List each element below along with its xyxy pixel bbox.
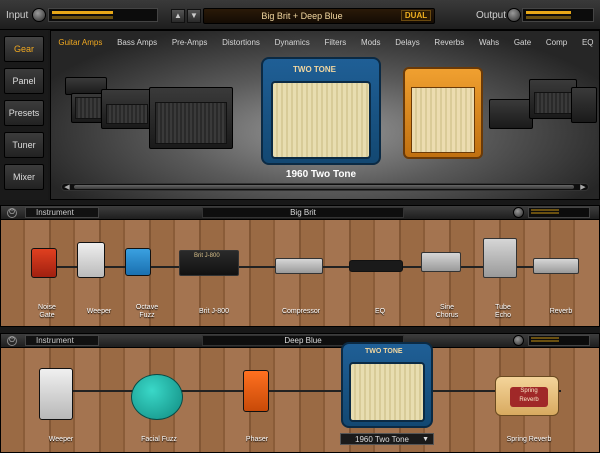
tab-eq[interactable]: EQ [582,38,594,47]
chain-2-cable [41,390,561,392]
app-window: Input ▲ ▼ Big Brit + Deep Blue DUAL Outp… [0,0,600,453]
device-label-phaser: Phaser [245,436,269,443]
amp-model-value: 1960 Two Tone [355,435,409,444]
weeper-pedal[interactable] [77,242,105,278]
nav-presets[interactable]: Presets [4,100,44,126]
gear-scrollbar[interactable]: ◀ ▶ [61,183,589,191]
nav-panel[interactable]: Panel [4,68,44,94]
chain-1-name[interactable]: Big Brit [202,207,404,218]
scroll-right-arrow[interactable]: ▶ [578,184,588,192]
nav-gear[interactable]: Gear [4,36,44,62]
input-knob[interactable] [32,8,46,22]
category-tabs: Guitar Amps Bass Amps Pre-Amps Distortio… [51,33,600,51]
brit-j800-amp[interactable]: Brit J-800 [179,250,239,276]
amp-thumb-stack-3[interactable] [571,87,597,123]
scroll-thumb[interactable] [74,185,574,189]
two-tone-amp-2[interactable]: TWO TONE [341,342,433,428]
amp-thumb-stack-2[interactable] [529,79,577,119]
tab-reverbs[interactable]: Reverbs [434,38,464,47]
device-label-eq: EQ [374,308,386,315]
noise-gate-pedal[interactable] [31,248,57,278]
phaser-pedal[interactable] [243,370,269,412]
input-meter [48,8,158,22]
amp-thumb-combo-1[interactable] [149,87,233,149]
reverb-unit[interactable] [533,258,579,274]
weeper-pedal-2[interactable] [39,368,73,420]
tab-dynamics[interactable]: Dynamics [275,38,310,47]
device-label-weeper-2: Weeper [48,436,74,443]
amp-logo: TWO TONE [293,65,336,74]
signal-chain-1: ⏻ Instrument Big Brit Brit J-800 Noise Ga… [0,205,600,327]
chain-1-power-button[interactable]: ⏻ [7,208,17,218]
chevron-down-icon: ▼ [422,436,429,443]
nav-mixer[interactable]: Mixer [4,164,44,190]
scroll-left-arrow[interactable]: ◀ [62,184,72,192]
output-meter [522,8,594,22]
device-label-facial-fuzz: Facial Fuzz [141,436,177,443]
spring-reverb-logo: Spring Reverb [510,387,548,407]
chain-2-meter [528,335,590,346]
sine-chorus-unit[interactable] [421,252,461,272]
preset-name: Big Brit + Deep Blue [261,11,343,21]
amp-2-logo: TWO TONE [365,348,403,355]
octave-fuzz-pedal[interactable] [125,248,151,276]
preset-up-button[interactable]: ▲ [171,9,185,23]
tab-delays[interactable]: Delays [395,38,419,47]
chain-2-header: ⏻ Instrument Deep Blue [1,334,599,348]
dual-mode-badge[interactable]: DUAL [401,10,431,21]
device-label-tube-echo: Tube Echo [495,304,511,319]
amp-thumb-head-3[interactable] [489,99,533,129]
tube-echo-unit[interactable] [483,238,517,278]
tab-comp[interactable]: Comp [546,38,567,47]
amp-thumb-head-2[interactable] [101,89,153,129]
tab-pre-amps[interactable]: Pre-Amps [172,38,208,47]
preset-down-button[interactable]: ▼ [187,9,201,23]
amp-selected-two-tone[interactable]: TWO TONE [261,57,381,165]
brit-j800-badge: Brit J-800 [194,253,220,259]
amp-model-dropdown[interactable]: 1960 Two Tone ▼ [340,433,434,445]
chain-2-power-button[interactable]: ⏻ [7,336,17,346]
device-label-weeper: Weeper [86,308,112,315]
chain-1-input-select[interactable]: Instrument [25,207,99,218]
main-nav: Gear Panel Presets Tuner Mixer [0,30,48,200]
amp-thumb-orange[interactable] [403,67,483,159]
device-label-octave-fuzz: Octave Fuzz [135,304,159,319]
tab-guitar-amps[interactable]: Guitar Amps [58,38,102,47]
tab-wahs[interactable]: Wahs [479,38,499,47]
tab-distortions[interactable]: Distortions [222,38,260,47]
chain-2-input-select[interactable]: Instrument [25,335,99,346]
chain-1-volume-knob[interactable] [513,207,524,218]
device-label-sine-chorus: Sine Chorus [435,304,459,319]
tab-mods[interactable]: Mods [361,38,381,47]
facial-fuzz-pedal[interactable] [131,374,183,420]
chain-1-header: ⏻ Instrument Big Brit [1,206,599,220]
device-label-brit-j800: Brit J-800 [199,308,229,315]
chain-1-meter [528,207,590,218]
tab-gate[interactable]: Gate [514,38,531,47]
tab-filters[interactable]: Filters [324,38,346,47]
tab-bass-amps[interactable]: Bass Amps [117,38,157,47]
nav-tuner[interactable]: Tuner [4,132,44,158]
preset-display[interactable]: Big Brit + Deep Blue DUAL [203,8,435,24]
top-bar: Input ▲ ▼ Big Brit + Deep Blue DUAL Outp… [0,0,600,30]
signal-chain-2: ⏻ Instrument Deep Blue TWO TONE Spring R… [0,333,600,453]
chain-2-volume-knob[interactable] [513,335,524,346]
selected-amp-title: 1960 Two Tone [285,169,357,180]
spring-reverb-unit[interactable]: Spring Reverb [495,376,559,416]
input-label: Input [6,10,29,21]
output-label: Output [476,10,507,21]
device-label-compressor: Compressor [281,308,321,315]
output-knob[interactable] [507,8,521,22]
compressor-unit[interactable] [275,258,323,274]
device-label-spring-reverb: Spring Reverb [506,436,552,443]
device-label-reverb: Reverb [549,308,573,315]
eq-unit[interactable] [349,260,403,272]
device-label-noise-gate: Noise Gate [38,304,56,319]
gear-browser: Guitar Amps Bass Amps Pre-Amps Distortio… [50,30,600,200]
